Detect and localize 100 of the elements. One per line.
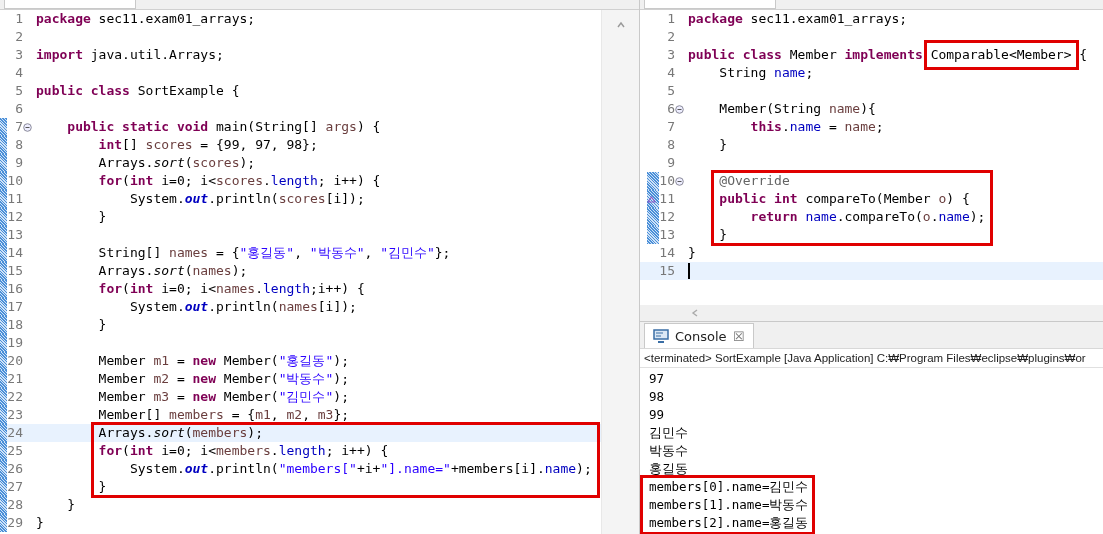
code-line: } [97,478,107,496]
code-line: for(int i=0; i<members.length; i++) { [97,442,389,460]
code-line: String name; [718,64,814,82]
highlighted-code: Comparable<Member> [923,40,1079,70]
line-number: 15 [659,262,675,280]
code-line: Arrays.sort(scores); [97,154,256,172]
console-output-line: 99 [649,406,666,424]
code-line: } [97,208,107,226]
line-number: 13 [659,226,675,244]
collapse-icon[interactable] [675,176,684,186]
code-line: String[] names = {"홍길동", "박동수", "김민수"}; [97,244,451,262]
console-status: <terminated> SortExample [Java Application] C:₩Program Files₩eclipse₩plugins₩or [640,349,1103,368]
line-number: 21 [7,370,23,388]
code-line: System.out.println(scores[i]); [128,190,365,208]
code-line: } [718,136,728,154]
code-line: System.out.println("members["+i+"].name="+members[i].name); [128,460,592,478]
line-number: 12 [7,208,23,226]
line-number: 7 [14,118,23,136]
code-line: public int compareTo(Member o) { [718,190,970,208]
line-number: 3 [14,46,23,64]
line-number: 9 [666,154,675,172]
console-output-line: 김민수 [649,424,688,442]
code-line: package sec11.exam01_arrays; [688,10,908,28]
code-line: } [688,244,696,262]
code-line: Member m3 = new Member("김민수"); [97,388,349,406]
console-output-line: members[0].name=김민수 [649,478,809,496]
scrollbar[interactable] [640,305,1103,321]
code-line: Member[] members = {m1, m2, m3}; [97,406,350,424]
line-number: 29 [7,514,23,532]
editor-tab[interactable] [4,0,136,9]
close-button[interactable]: ☒ [732,329,745,343]
line-number: 4 [14,64,23,82]
line-number: 5 [666,82,675,100]
code-line: Arrays.sort(names); [97,262,248,280]
scroll-left-icon[interactable] [690,308,700,318]
text-cursor [688,263,690,279]
line-number: 16 [7,280,23,298]
console-output-line: 박동수 [649,442,688,460]
tab-label: Console [675,328,727,344]
line-number: 4 [666,64,675,82]
code-line: } [36,514,44,532]
line-number: 5 [14,82,23,100]
code-line: { [1078,46,1088,64]
line-number: 26 [7,460,23,478]
line-number: 24 [7,424,23,442]
line-number: 23 [7,406,23,424]
editor-tab[interactable] [644,0,776,9]
code-line: this.name = name; [749,118,884,136]
console-tab[interactable]: Console ☒ [644,323,754,348]
line-number: 1 [666,10,675,28]
line-number: 10 [659,172,675,190]
code-line: } [718,226,728,244]
code-line: public class SortExample { [36,82,240,100]
line-number: 18 [7,316,23,334]
line-number: 10 [7,172,23,190]
line-number: 2 [14,28,23,46]
code-line: public class Member implements [688,46,924,64]
console-output-line: 98 [649,388,666,406]
line-number: 11 [659,190,675,208]
line-number: 19 [7,334,23,352]
line-number: 8 [666,136,675,154]
code-line: package sec11.exam01_arrays; [36,10,256,28]
scroll-up-icon[interactable] [615,20,626,30]
line-number: 14 [7,244,23,262]
code-line: public static void main(String[] args) { [66,118,381,136]
scrollbar[interactable] [601,10,639,534]
code-line: Member(String name){ [718,100,876,118]
line-number: 17 [7,298,23,316]
console-output-line: 97 [649,370,666,388]
line-number: 15 [7,262,23,280]
line-number: 11 [7,190,23,208]
code-line: System.out.println(names[i]); [128,298,357,316]
monitor-icon [653,329,669,343]
collapse-icon[interactable] [23,122,32,132]
line-number: 20 [7,352,23,370]
line-number: 13 [7,226,23,244]
code-line: } [97,316,107,334]
code-line: for(int i=0; i<names.length;i++) { [97,280,365,298]
line-number: 1 [14,10,23,28]
console-output-line: members[1].name=박동수 [649,496,809,514]
code-line: Member m2 = new Member("박동수"); [97,370,349,388]
code-line: return name.compareTo(o.name); [749,208,986,226]
code-line: for(int i=0; i<scores.length; i++) { [97,172,381,190]
line-number: 27 [7,478,23,496]
collapse-icon[interactable] [675,104,684,114]
line-number: 3 [666,46,675,64]
line-number: 25 [7,442,23,460]
line-number: 28 [7,496,23,514]
line-number: 12 [659,208,675,226]
line-number: 6 [666,100,675,118]
code-line: Member m1 = new Member("홍길동"); [97,352,349,370]
line-number: 2 [666,28,675,46]
code-line: Arrays.sort(members); [97,424,263,442]
line-number: 6 [14,100,23,118]
triangle-icon [647,195,656,204]
line-number: 8 [14,136,23,154]
code-line: @Override [718,172,790,190]
console-output-line: members[2].name=홍길동 [649,514,809,532]
line-number: 7 [666,118,675,136]
line-number: 14 [659,244,675,262]
